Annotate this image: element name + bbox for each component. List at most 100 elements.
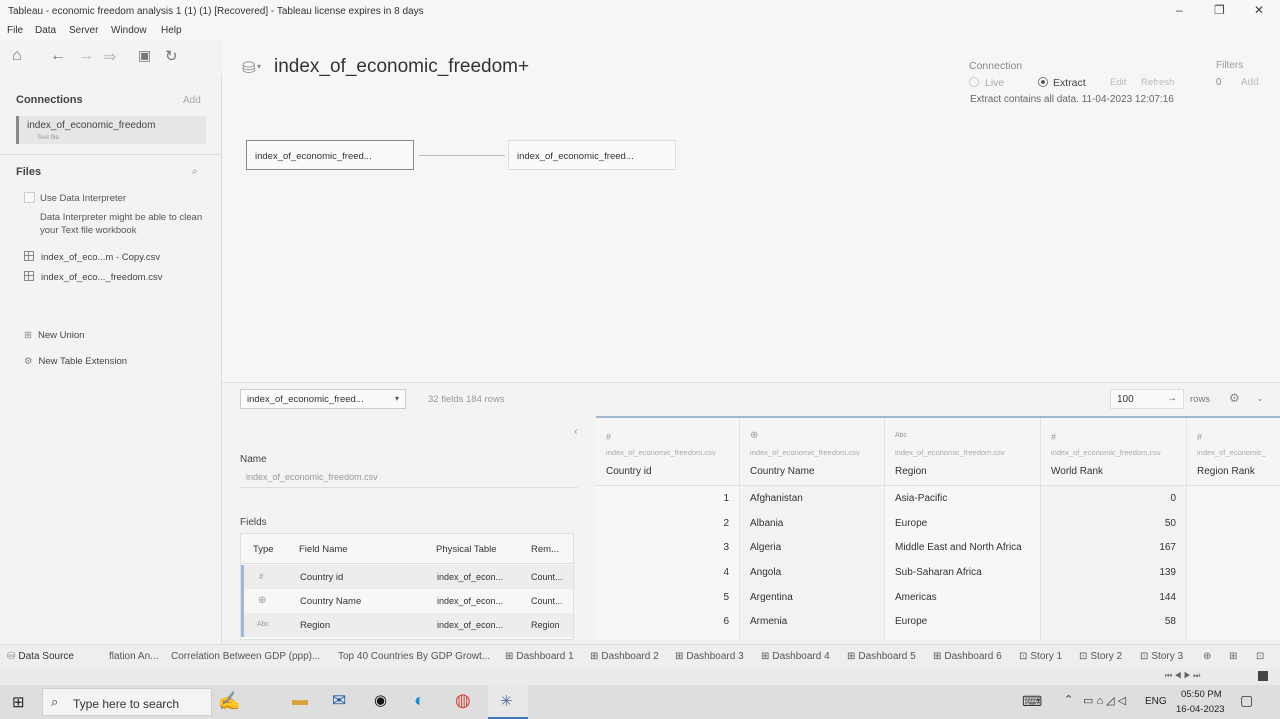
table-row[interactable]: Abc Region index_of_econ... Region xyxy=(241,613,573,637)
tab-story[interactable]: ⊡ Story 3 xyxy=(1140,651,1183,662)
clock-date[interactable]: 16-04-2023 xyxy=(1176,704,1225,715)
tab-dashboard[interactable]: ⊞ Dashboard 2 xyxy=(590,651,659,662)
tray-chevron-icon[interactable]: ⌃ xyxy=(1064,693,1073,706)
column-header[interactable]: # index_of_economic_ Region Rank xyxy=(1187,418,1280,486)
left-pane: Connections Add index_of_economic_freedo… xyxy=(0,74,222,644)
mail-icon[interactable]: ✉ xyxy=(332,691,346,711)
table-box-left[interactable]: index_of_economic_freed... xyxy=(246,140,414,170)
chrome-icon[interactable]: ◍ xyxy=(455,690,471,711)
view-toggle-icon[interactable] xyxy=(1258,671,1268,681)
column-header[interactable]: ⊕ index_of_economic_freedom.csv Country … xyxy=(740,418,884,486)
notification-icon[interactable]: ▢ xyxy=(1240,692,1253,709)
tab-sheet[interactable]: Correlation Between GDP (ppp)... xyxy=(171,651,320,662)
new-table-extension-button[interactable]: ⚙ New Table Extension xyxy=(24,356,127,367)
extract-label: Extract xyxy=(1053,77,1086,89)
tab-sheet[interactable]: flation An... xyxy=(109,651,158,662)
edit-link[interactable]: Edit xyxy=(1110,77,1126,88)
connection-type: Text file xyxy=(37,134,60,141)
tab-dashboard[interactable]: ⊞ Dashboard 3 xyxy=(675,651,744,662)
column-header[interactable]: # index_of_economic_freedom.csv Country … xyxy=(596,418,739,486)
table-box-right[interactable]: index_of_economic_freed... xyxy=(508,140,676,170)
table-row[interactable]: ⊕ Country Name index_of_econ... Count... xyxy=(241,589,573,613)
nav-arrows-icon[interactable]: ⏮ ◀ ▶ ⏭ xyxy=(1165,671,1200,681)
table-select[interactable]: index_of_economic_freed... ▾ xyxy=(240,389,406,409)
menu-help[interactable]: Help xyxy=(161,25,182,36)
grid-toolbar: index_of_economic_freed... ▾ 32 fields 1… xyxy=(222,382,1280,416)
add-connection-link[interactable]: Add xyxy=(183,95,201,106)
col-type[interactable]: Type xyxy=(253,544,274,555)
gear-icon[interactable]: ⚙ xyxy=(1229,391,1240,405)
sheet-tabs: ⛁ Data Source flation An... Correlation B… xyxy=(0,644,1280,668)
filters-add-link[interactable]: Add xyxy=(1241,77,1259,88)
extract-radio[interactable] xyxy=(1038,77,1048,87)
menu-file[interactable]: File xyxy=(7,25,23,36)
grid-column: # index_of_economic_ Region Rank xyxy=(1187,418,1280,640)
dell-icon[interactable]: ◉ xyxy=(374,691,387,709)
dashboard-icon: ⊞ xyxy=(675,651,684,662)
taskbar-search[interactable]: ⌕ Type here to search xyxy=(42,688,212,716)
minimize-button[interactable]: – xyxy=(1176,3,1183,17)
rows-label: rows xyxy=(1190,394,1211,405)
live-radio[interactable] xyxy=(969,77,979,87)
grid-cell: Algeria xyxy=(750,542,782,554)
col-remote[interactable]: Rem... xyxy=(531,544,559,555)
tab-dashboard[interactable]: ⊞ Dashboard 1 xyxy=(505,651,574,662)
datasource-title[interactable]: index_of_economic_freedom+ xyxy=(274,56,529,78)
home-icon[interactable]: ⌂ xyxy=(12,47,22,65)
chevron-down-icon[interactable]: ⌄ xyxy=(1256,393,1264,404)
new-worksheet-icon[interactable]: ⊕ xyxy=(1203,651,1211,662)
new-dashboard-icon[interactable]: ⊞ xyxy=(1229,651,1237,662)
column-header[interactable]: Abc index_of_economic_freedom.csv Region xyxy=(885,418,1040,486)
tab-story[interactable]: ⊡ Story 1 xyxy=(1019,651,1062,662)
chevron-down-icon[interactable]: ▾ xyxy=(257,62,261,71)
tab-sheet[interactable]: Top 40 Countries By GDP Growt... xyxy=(338,651,490,662)
rows-input[interactable]: 100 → xyxy=(1110,389,1184,409)
table-icon xyxy=(24,271,34,281)
dashboard-icon: ⊞ xyxy=(505,651,514,662)
interpreter-checkbox[interactable] xyxy=(24,192,35,203)
save-icon[interactable]: ▣ xyxy=(138,47,151,64)
grid-column: ⊕ index_of_economic_freedom.csv Country … xyxy=(740,418,885,640)
cortana-doodle-icon[interactable]: ✍ xyxy=(218,691,240,712)
collapse-icon[interactable]: ‹ xyxy=(574,426,578,438)
menu-window[interactable]: Window xyxy=(111,25,147,36)
grid-cell: Albania xyxy=(750,517,784,529)
file-item[interactable]: index_of_eco...m - Copy.csv xyxy=(24,251,160,263)
refresh-link[interactable]: Refresh xyxy=(1141,77,1174,88)
back-icon[interactable]: ← xyxy=(50,47,66,65)
chevron-down-icon: ▾ xyxy=(394,394,399,403)
windows-start-icon[interactable]: ⊞ xyxy=(12,693,25,711)
grid-cell: Europe xyxy=(895,517,928,529)
new-story-icon[interactable]: ⊡ xyxy=(1256,651,1264,662)
redo-icon[interactable]: ⇒ xyxy=(103,47,116,67)
tab-story[interactable]: ⊡ Story 2 xyxy=(1079,651,1122,662)
menu-server[interactable]: Server xyxy=(69,25,98,36)
new-union-button[interactable]: ⊞ New Union xyxy=(24,330,84,341)
edge-icon[interactable]: ◐ xyxy=(414,690,425,711)
col-physical-table[interactable]: Physical Table xyxy=(436,544,497,555)
file-item[interactable]: index_of_eco..._freedom.csv xyxy=(24,271,162,283)
clock-time[interactable]: 05:50 PM xyxy=(1181,689,1222,700)
search-icon[interactable]: ⌕ xyxy=(192,166,198,177)
fields-table-header: Type Field Name Physical Table Rem... xyxy=(241,534,573,564)
close-button[interactable]: ✕ xyxy=(1254,3,1264,17)
tab-dashboard[interactable]: ⊞ Dashboard 4 xyxy=(761,651,830,662)
window-title: Tableau - economic freedom analysis 1 (1… xyxy=(8,6,424,17)
tab-dashboard[interactable]: ⊞ Dashboard 6 xyxy=(933,651,1002,662)
column-header[interactable]: # index_of_economic_freedom.csv World Ra… xyxy=(1041,418,1186,486)
refresh-icon[interactable]: ↻ xyxy=(165,47,178,65)
forward-icon[interactable]: → xyxy=(78,47,94,65)
connection-item[interactable]: index_of_economic_freedom Text file xyxy=(16,116,206,144)
tab-dashboard[interactable]: ⊞ Dashboard 5 xyxy=(847,651,916,662)
tableau-taskbar-item[interactable]: ✳ xyxy=(488,685,528,719)
language-indicator[interactable]: ENG xyxy=(1145,696,1167,707)
keyboard-icon[interactable]: ⌨ xyxy=(1022,693,1042,710)
file-explorer-icon[interactable]: ▬ xyxy=(292,692,308,710)
menu-data[interactable]: Data xyxy=(35,25,56,36)
table-row[interactable]: # Country id index_of_econ... Count... xyxy=(241,565,573,589)
tray-icons[interactable]: ▭ ⌂ ◿ ◁ xyxy=(1083,694,1126,707)
maximize-button[interactable]: ❐ xyxy=(1214,3,1225,17)
tab-data-source[interactable]: ⛁ Data Source xyxy=(7,651,74,662)
grid-cell: Afghanistan xyxy=(750,493,803,504)
col-field-name[interactable]: Field Name xyxy=(299,544,348,555)
